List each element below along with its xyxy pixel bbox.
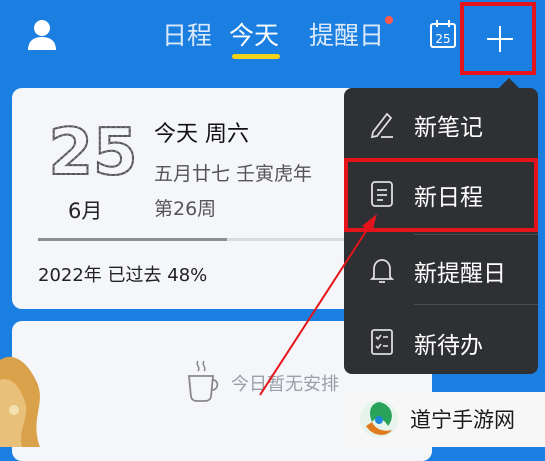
lunar-date: 五月廿七 壬寅虎年 [154, 163, 313, 185]
menu-item-new-schedule[interactable]: 新日程 [344, 158, 538, 232]
menu-item-label: 新待办 [414, 333, 483, 359]
menu-item-new-todo[interactable]: 新待办 [344, 306, 538, 378]
empty-schedule-text: 今日暂无安排 [231, 374, 339, 395]
watermark-text: 道宁手游网 [410, 408, 515, 432]
menu-divider [414, 304, 538, 305]
year-progress-fill [38, 238, 228, 241]
watermark-logo-icon [360, 400, 398, 438]
add-button[interactable] [460, 2, 536, 75]
menu-item-new-reminder-day[interactable]: 新提醒日 [344, 234, 538, 306]
top-bar: 日程 今天 提醒日 25 [0, 0, 545, 78]
pen-icon [370, 112, 393, 138]
today-weekday: 今天 周六 [154, 122, 249, 147]
tab-today[interactable]: 今天 [229, 16, 279, 52]
menu-item-label: 新提醒日 [414, 261, 506, 287]
menu-item-label: 新日程 [414, 185, 483, 211]
site-watermark: 道宁手游网 [344, 392, 545, 447]
tab-schedule[interactable]: 日程 [162, 16, 212, 52]
week-number: 第26周 [154, 198, 217, 220]
coffee-cup-icon [188, 360, 219, 402]
bell-icon [369, 259, 395, 283]
svg-text:25: 25 [48, 118, 137, 182]
year-progress-text: 2022年 已过去 48% [38, 265, 208, 286]
tab-reminder-days[interactable]: 提醒日 [309, 16, 384, 52]
note-icon [371, 181, 393, 207]
big-day-number: 25 25 [48, 118, 138, 182]
menu-item-label: 新笔记 [414, 115, 483, 141]
checklist-icon [371, 329, 393, 355]
user-icon[interactable] [27, 19, 57, 51]
active-tab-indicator [232, 54, 280, 59]
decoration-image [0, 356, 40, 447]
menu-item-new-note[interactable]: 新笔记 [344, 88, 538, 160]
add-dropdown-menu: 新笔记 新日程 新提醒日 新待办 [344, 88, 538, 374]
notification-dot [385, 16, 393, 24]
calendar-badge-number: 25 [435, 32, 450, 46]
calendar-icon[interactable]: 25 [429, 19, 457, 49]
month-label: 6月 [68, 199, 103, 223]
